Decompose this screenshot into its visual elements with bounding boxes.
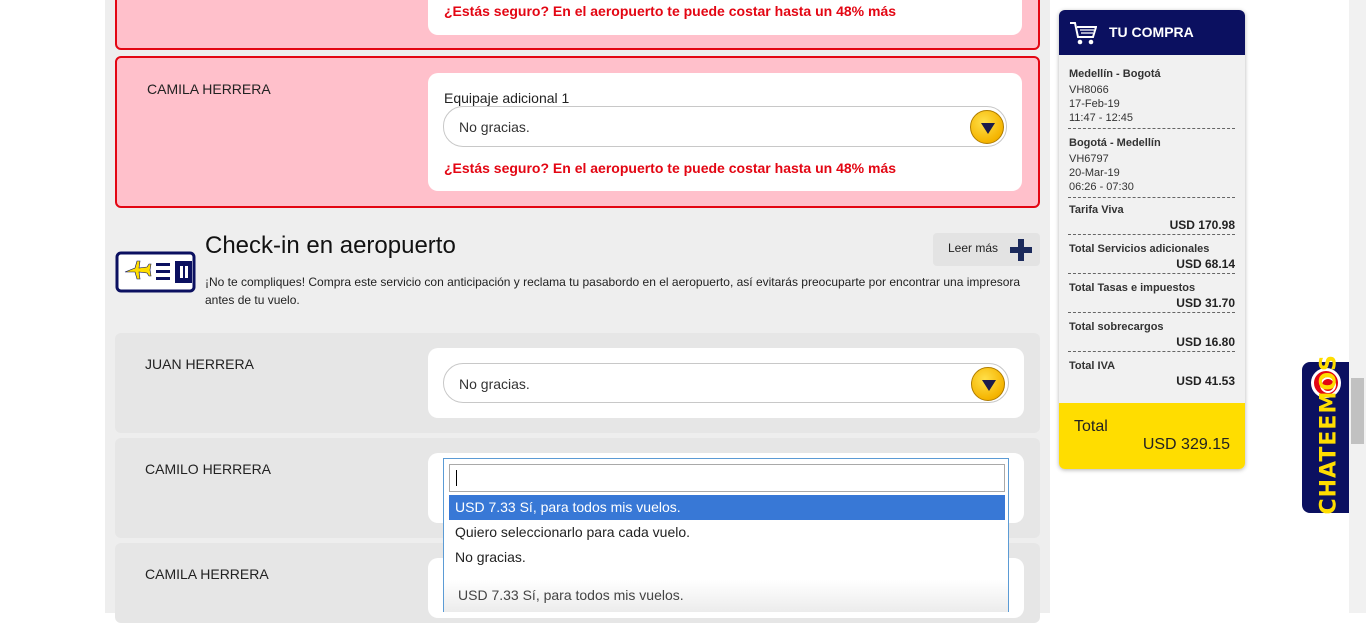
summary-header: TU COMPRA (1059, 10, 1245, 55)
summary-line-label: Total sobrecargos (1069, 321, 1164, 333)
flight-time: 06:26 - 07:30 (1069, 181, 1134, 193)
divider (1068, 273, 1235, 274)
flight-time: 11:47 - 12:45 (1069, 112, 1134, 124)
checkin-select-value: USD 7.33 Sí, para todos mis vuelos. (458, 587, 684, 603)
summary-line-label: Total Tasas e impuestos (1069, 282, 1196, 294)
flight-code: VH6797 (1069, 153, 1109, 165)
ticket-plane-icon (115, 251, 196, 293)
summary-line-amount: USD 31.70 (1176, 296, 1235, 310)
total-amount: USD 329.15 (1142, 436, 1230, 453)
text-cursor (456, 470, 457, 486)
checkin-dropdown[interactable]: USD 7.33 Sí, para todos mis vuelos. Quie… (443, 458, 1009, 612)
dropdown-option[interactable]: Quiero seleccionarlo para cada vuelo. (449, 520, 1005, 545)
total-label: Total (1074, 418, 1108, 435)
baggage-select[interactable]: No gracias. (443, 106, 1007, 147)
chevron-down-icon[interactable] (970, 110, 1004, 144)
flight-date: 17-Feb-19 (1069, 98, 1120, 110)
flight-route: Medellín - Bogotá (1069, 68, 1161, 80)
purchase-summary: TU COMPRA Medellín - Bogotá VH8066 17-Fe… (1059, 10, 1245, 469)
baggage-field-label: Equipaje adicional 1 (444, 90, 570, 106)
summary-title: TU COMPRA (1109, 24, 1194, 40)
checkin-select[interactable]: No gracias. (443, 363, 1009, 403)
dropdown-search-input[interactable] (449, 464, 1005, 492)
passenger-name: JUAN HERRERA (145, 356, 254, 372)
divider (1068, 351, 1235, 352)
summary-line-amount: USD 170.98 (1169, 218, 1235, 232)
summary-line-label: Total Servicios adicionales (1069, 243, 1210, 255)
divider (1068, 234, 1235, 235)
passenger-name: CAMILA HERRERA (147, 81, 271, 97)
summary-line-label: Total IVA (1069, 360, 1116, 372)
divider (1068, 197, 1235, 198)
scrollbar-thumb[interactable] (1351, 378, 1364, 444)
summary-line-amount: USD 68.14 (1176, 257, 1235, 271)
passenger-name: CAMILO HERRERA (145, 461, 272, 477)
read-more-button[interactable]: Leer más (933, 233, 1040, 266)
summary-line-label: Tarifa Viva (1069, 204, 1124, 216)
checkin-select-value: No gracias. (459, 376, 530, 392)
page-scrollbar[interactable] (1349, 0, 1366, 613)
dropdown-option[interactable]: No gracias. (449, 545, 1005, 570)
checkin-select-behind[interactable]: USD 7.33 Sí, para todos mis vuelos. (444, 580, 1008, 612)
baggage-select-value: No gracias. (459, 119, 530, 135)
checkin-description: ¡No te compliques! Compra este servicio … (205, 275, 1021, 307)
chat-button[interactable]: CHATEEMOS (1302, 354, 1351, 515)
flight-code: VH8066 (1069, 84, 1109, 96)
flight-route: Bogotá - Medellín (1069, 137, 1161, 149)
summary-line-amount: USD 16.80 (1176, 335, 1235, 349)
passenger-name: CAMILA HERRERA (145, 566, 269, 582)
read-more-label: Leer más (948, 241, 999, 255)
chevron-down-icon[interactable] (971, 367, 1005, 401)
divider (1068, 128, 1235, 129)
summary-line-amount: USD 41.53 (1176, 374, 1235, 388)
baggage-warning: ¿Estás seguro? En el aeropuerto te puede… (444, 160, 897, 176)
baggage-warning-previous: ¿Estás seguro? En el aeropuerto te puede… (444, 3, 897, 19)
shopping-cart-icon (1070, 22, 1097, 45)
divider (1068, 312, 1235, 313)
chat-label: CHATEEMOS (1316, 354, 1342, 515)
summary-total: Total USD 329.15 (1059, 403, 1245, 469)
dropdown-option[interactable]: USD 7.33 Sí, para todos mis vuelos. (449, 495, 1005, 520)
checkin-title: Check-in en aeropuerto (205, 232, 456, 259)
plus-icon (1010, 239, 1032, 261)
flight-date: 20-Mar-19 (1069, 167, 1120, 179)
